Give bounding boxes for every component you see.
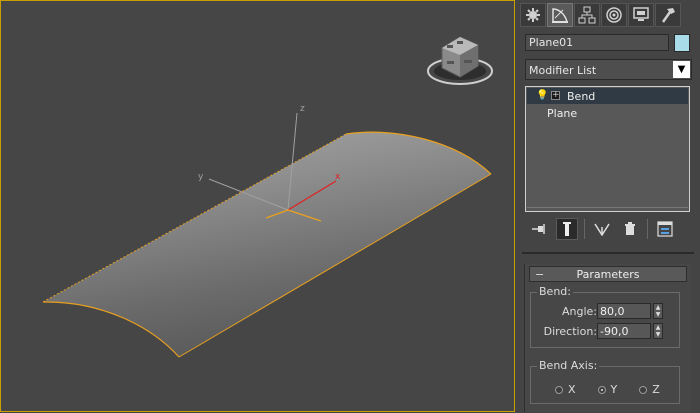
parameters-rollout: − Parameters Bend: Angle: ▲▼ Direction: … — [524, 264, 691, 412]
axis-y-radio-label: Y — [610, 383, 618, 396]
radio-dot[interactable] — [639, 385, 648, 394]
modify-icon — [552, 8, 568, 23]
bent-plane-object[interactable] — [42, 131, 492, 358]
bend-group: Bend: Angle: ▲▼ Direction: ▲▼ — [530, 285, 680, 348]
lightbulb-icon[interactable]: 💡 — [536, 90, 548, 101]
modifier-list-label: Modifier List — [529, 64, 597, 77]
show-end-result-button[interactable] — [556, 218, 578, 240]
stack-item-label: Plane — [547, 107, 578, 120]
object-name-input[interactable] — [525, 34, 669, 51]
angle-label: Angle: — [561, 305, 597, 318]
configure-modifier-sets-button[interactable] — [654, 218, 676, 240]
direction-spinner[interactable]: ▲ ▼ — [653, 323, 663, 339]
perspective-viewport[interactable]: z y x — [0, 0, 515, 412]
axis-x-radio[interactable]: X — [555, 383, 576, 396]
angle-row: Angle: ▲▼ — [531, 303, 671, 319]
group-title: Bend: — [537, 285, 573, 298]
axis-z-radio-label: Z — [652, 383, 660, 396]
modifier-stack[interactable]: 💡 + Bend Plane — [525, 86, 690, 212]
angle-spinner[interactable]: ▲ ▼ — [653, 303, 663, 319]
pin-icon — [532, 224, 545, 234]
stack-item-bend[interactable]: 💡 + Bend — [527, 88, 688, 104]
object-color-swatch[interactable] — [674, 34, 690, 52]
modifier-list-dropdown[interactable]: Modifier List ▼ — [525, 59, 692, 80]
direction-input[interactable] — [597, 323, 651, 339]
panel-separator — [522, 252, 694, 254]
make-unique-button[interactable] — [591, 218, 613, 240]
radio-dot[interactable] — [555, 385, 563, 394]
radio-dot[interactable] — [597, 385, 606, 394]
tab-motion[interactable] — [601, 3, 627, 27]
stack-item-label: Bend — [567, 90, 596, 103]
expand-icon[interactable]: + — [551, 91, 560, 100]
chevron-down-icon[interactable]: ▼ — [673, 61, 690, 78]
toolbar-divider — [584, 219, 585, 239]
group-title: Bend Axis: — [537, 359, 600, 372]
stack-item-plane[interactable]: Plane — [527, 105, 688, 121]
bend-axis-radios: X Y Z — [555, 383, 660, 396]
tab-modify[interactable] — [547, 3, 573, 27]
create-icon — [526, 8, 540, 22]
trash-icon — [625, 222, 635, 235]
bend-axis-group: Bend Axis: X Y Z — [530, 359, 680, 404]
axis-y-radio[interactable]: Y — [597, 383, 618, 396]
utilities-icon — [661, 8, 675, 23]
axis-y-label: y — [198, 172, 204, 182]
stack-toolbar — [528, 218, 676, 240]
make-unique-icon — [594, 223, 610, 236]
direction-row: Direction: ▲▼ — [531, 323, 671, 339]
display-icon — [633, 7, 649, 21]
direction-label: Direction: — [543, 325, 597, 338]
axis-x-radio-label: X — [568, 383, 576, 396]
axis-x-label: x — [335, 172, 341, 182]
hierarchy-icon — [578, 6, 596, 24]
toolbar-divider — [647, 219, 648, 239]
viewport-canvas[interactable]: z y x — [1, 1, 516, 413]
app-window: z y x Plane01 Modifier List ▼ 💡 + Bend P… — [0, 0, 700, 412]
angle-input[interactable] — [597, 303, 651, 319]
axis-z-radio[interactable]: Z — [639, 383, 660, 396]
viewcube-icon[interactable] — [427, 36, 493, 85]
tab-hierarchy[interactable] — [574, 3, 600, 27]
parameters-rollout-header[interactable]: − Parameters — [529, 266, 687, 282]
command-panel-tabs — [520, 3, 681, 27]
pin-stack-button[interactable] — [528, 218, 550, 240]
rollout-title: Parameters — [576, 268, 640, 281]
stack-divider — [527, 207, 688, 208]
tab-utilities[interactable] — [655, 3, 681, 27]
show-end-result-icon — [563, 222, 571, 236]
remove-modifier-button[interactable] — [619, 218, 641, 240]
command-panel: Modifier List ▼ 💡 + Bend Plane — [516, 0, 700, 412]
configure-sets-icon — [657, 221, 673, 237]
tab-create[interactable] — [520, 3, 546, 27]
tab-display[interactable] — [628, 3, 654, 27]
axis-z-label: z — [300, 104, 305, 114]
motion-icon — [606, 7, 622, 23]
